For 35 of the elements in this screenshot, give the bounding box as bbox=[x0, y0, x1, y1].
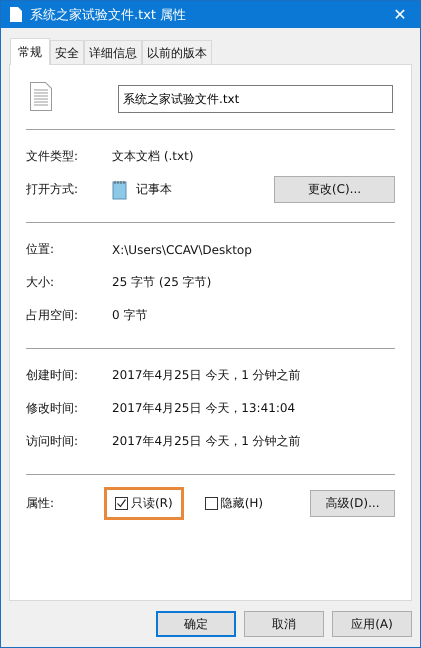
dialog-button[interactable]: 取消 bbox=[244, 611, 324, 637]
field-value: 0 字节 bbox=[112, 307, 148, 324]
field-value: 2017年4月25日 今天，1 分钟之前 bbox=[112, 367, 301, 384]
field-label: 位置: bbox=[26, 241, 56, 258]
file-name-field[interactable]: 系统之家试验文件.txt bbox=[118, 85, 393, 113]
check-icon bbox=[116, 498, 127, 508]
document-icon bbox=[30, 82, 52, 110]
field-value: 25 字节 (25 字节) bbox=[112, 274, 212, 291]
field-label: 占用空间: bbox=[26, 307, 80, 324]
close-button[interactable]: ✕ bbox=[380, 1, 420, 28]
document-icon bbox=[10, 7, 22, 22]
tab[interactable]: 以前的版本 bbox=[142, 40, 212, 64]
field-label: 文件类型: bbox=[26, 148, 80, 165]
tab[interactable]: 详细信息 bbox=[84, 40, 142, 64]
tab[interactable]: 常规 bbox=[10, 38, 50, 65]
field-value: X:\Users\CCAV\Desktop bbox=[112, 242, 252, 256]
change-button[interactable]: 更改(C)... bbox=[274, 176, 395, 203]
window-title: 系统之家试验文件.txt 属性 bbox=[30, 6, 188, 24]
field-label: 修改时间: bbox=[26, 400, 80, 417]
checkbox[interactable]: 隐藏(H) bbox=[204, 494, 264, 512]
field-value: 2017年4月25日 今天，1 分钟之前 bbox=[112, 433, 301, 450]
dialog-button[interactable]: 应用(A) bbox=[332, 611, 412, 637]
field-label: 打开方式: bbox=[26, 181, 80, 198]
notepad-icon bbox=[112, 180, 128, 200]
checkbox[interactable]: 只读(R) bbox=[115, 494, 173, 512]
field-label: 访问时间: bbox=[26, 433, 80, 450]
dialog-button[interactable]: 确定 bbox=[156, 611, 236, 637]
field-label: 大小: bbox=[26, 274, 56, 291]
field-value: 2017年4月25日 今天，13:41:04 bbox=[112, 400, 296, 417]
tab[interactable]: 安全 bbox=[50, 40, 84, 64]
field-label: 创建时间: bbox=[26, 367, 80, 384]
advanced-button[interactable]: 高级(D)... bbox=[310, 490, 395, 516]
field-label: 属性: bbox=[26, 494, 56, 512]
field-value: 记事本 bbox=[136, 181, 173, 198]
field-value: 文本文档 (.txt) bbox=[112, 148, 194, 165]
